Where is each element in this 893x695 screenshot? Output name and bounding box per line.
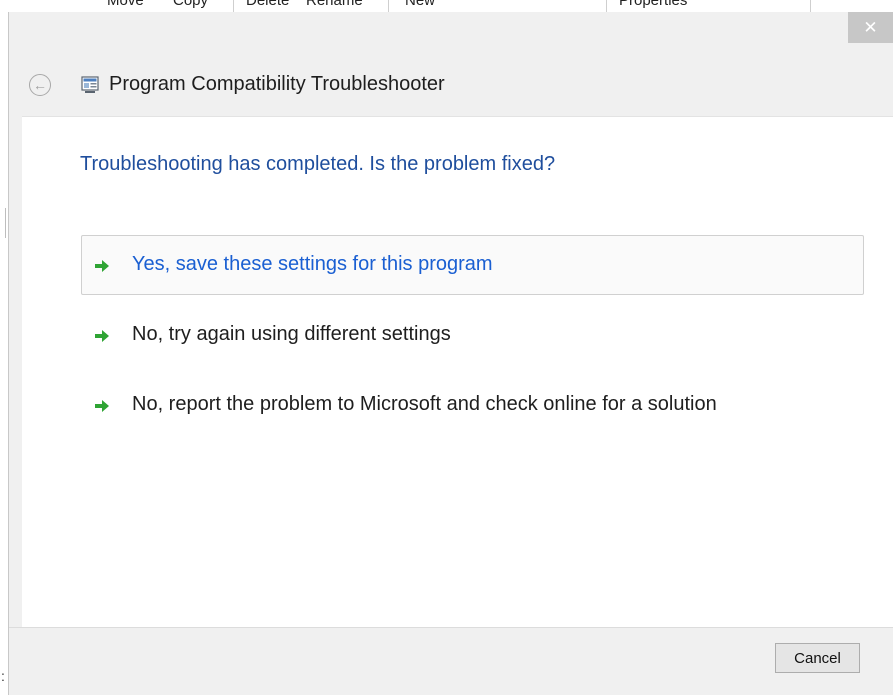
bg-separator xyxy=(233,0,234,12)
bg-separator xyxy=(388,0,389,12)
bg-properties-label[interactable]: Properties xyxy=(619,0,687,9)
option-report-problem-label: No, report the problem to Microsoft and … xyxy=(132,393,717,415)
green-arrow-icon xyxy=(95,330,109,342)
bg-rename-label[interactable]: Rename xyxy=(306,0,363,9)
bg-move-label[interactable]: Move xyxy=(107,0,144,9)
content-area: Troubleshooting has completed. Is the pr… xyxy=(22,116,893,627)
option-save-settings-label: Yes, save these settings for this progra… xyxy=(132,253,493,275)
back-arrow-icon: ← xyxy=(33,77,47,93)
bg-scroll-mark xyxy=(5,208,6,238)
background-toolbar: Move Copy Delete Rename New Properties xyxy=(0,0,893,12)
result-heading: Troubleshooting has completed. Is the pr… xyxy=(80,153,556,175)
dialog-footer: Cancel xyxy=(9,627,893,695)
back-button[interactable]: ← xyxy=(29,74,51,96)
bg-copy-label[interactable]: Copy xyxy=(173,0,208,9)
green-arrow-icon xyxy=(95,260,109,272)
option-try-again-label: No, try again using different settings xyxy=(132,323,451,345)
close-button[interactable]: ✕ xyxy=(848,12,893,43)
troubleshooter-dialog: ✕ ← Program Compatibility Troubleshooter… xyxy=(8,12,893,695)
bg-colon-glyph: : xyxy=(1,668,5,684)
background-window-edge: : xyxy=(0,0,8,695)
bg-separator xyxy=(810,0,811,12)
option-report-problem[interactable]: No, report the problem to Microsoft and … xyxy=(81,375,864,435)
option-save-settings[interactable]: Yes, save these settings for this progra… xyxy=(81,235,864,295)
bg-new-label[interactable]: New xyxy=(405,0,435,9)
bg-separator xyxy=(606,0,607,12)
green-arrow-icon xyxy=(95,400,109,412)
cancel-button[interactable]: Cancel xyxy=(775,643,860,673)
bg-delete-label[interactable]: Delete xyxy=(246,0,289,9)
option-try-again[interactable]: No, try again using different settings xyxy=(81,305,864,365)
troubleshooter-app-icon xyxy=(81,76,99,93)
dialog-header: ← Program Compatibility Troubleshooter xyxy=(9,62,893,116)
close-icon: ✕ xyxy=(863,18,878,37)
window-title: Program Compatibility Troubleshooter xyxy=(109,73,445,95)
